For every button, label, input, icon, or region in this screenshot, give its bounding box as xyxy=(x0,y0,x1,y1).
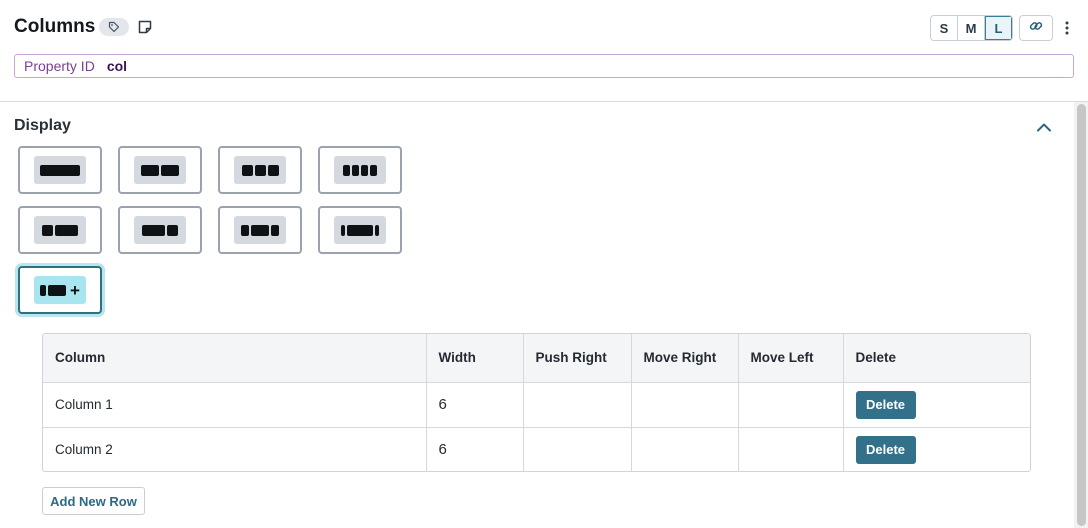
column-segment xyxy=(251,224,269,236)
size-toggle-group: S M L xyxy=(930,15,1013,41)
layout-option-custom[interactable]: + xyxy=(18,266,102,314)
column-segment xyxy=(142,224,165,236)
layout-option-four-equal[interactable] xyxy=(318,146,402,194)
column-segment xyxy=(361,164,368,176)
column-segment xyxy=(241,224,249,236)
columns-table: Column Width Push Right Move Right Move … xyxy=(42,333,1031,472)
note-icon[interactable] xyxy=(136,18,154,36)
column-segment xyxy=(352,164,359,176)
header-move-right: Move Right xyxy=(631,334,739,383)
page-title: Columns xyxy=(14,16,96,37)
size-medium-button[interactable]: M xyxy=(958,16,985,40)
layout-glyph-icon xyxy=(34,156,86,184)
move-left-input[interactable] xyxy=(738,382,844,428)
header-delete: Delete xyxy=(843,334,1030,383)
link-button[interactable] xyxy=(1019,15,1053,41)
width-input[interactable]: 6 xyxy=(426,427,524,471)
column-segment xyxy=(254,164,266,176)
move-right-input[interactable] xyxy=(631,427,739,471)
push-right-input[interactable] xyxy=(523,427,632,471)
layout-option-quarter-half-quarter[interactable] xyxy=(218,206,302,254)
property-id-field[interactable]: Property ID col xyxy=(14,54,1074,78)
layout-option-one-third-two-thirds[interactable] xyxy=(18,206,102,254)
table-header-row: Column Width Push Right Move Right Move … xyxy=(43,334,1030,383)
column-segment xyxy=(161,164,179,176)
push-right-input[interactable] xyxy=(523,382,632,428)
layout-glyph-icon xyxy=(134,156,186,184)
layout-glyph-icon xyxy=(234,216,286,244)
move-left-input[interactable] xyxy=(738,427,844,471)
layout-glyph-icon xyxy=(134,216,186,244)
table-row: Column 2 6 Delete xyxy=(43,427,1030,471)
tag-icon[interactable] xyxy=(99,18,129,36)
delete-cell: Delete xyxy=(843,427,1030,471)
layout-glyph-icon xyxy=(234,156,286,184)
layout-option-two-equal[interactable] xyxy=(118,146,202,194)
layout-option-three-equal[interactable] xyxy=(218,146,302,194)
delete-button[interactable]: Delete xyxy=(855,435,916,464)
column-segment xyxy=(375,224,379,236)
layout-glyph-icon xyxy=(334,216,386,244)
layout-option-two-thirds-one-third[interactable] xyxy=(118,206,202,254)
header-push-right: Push Right xyxy=(523,334,632,383)
add-new-row-button[interactable]: Add New Row xyxy=(42,487,145,515)
column-segment xyxy=(370,164,377,176)
width-input[interactable]: 6 xyxy=(426,382,524,428)
header-move-left: Move Left xyxy=(738,334,844,383)
move-right-input[interactable] xyxy=(631,382,739,428)
layout-glyph-icon xyxy=(334,156,386,184)
column-segment xyxy=(40,284,47,296)
chevron-up-icon[interactable] xyxy=(1034,119,1054,135)
table-row: Column 1 6 Delete xyxy=(43,382,1030,428)
plus-icon: + xyxy=(70,280,80,300)
column-segment xyxy=(347,224,373,236)
delete-cell: Delete xyxy=(843,382,1030,428)
column-segment xyxy=(267,164,279,176)
column-segment xyxy=(40,164,80,176)
header-width: Width xyxy=(426,334,524,383)
size-large-button[interactable]: L xyxy=(985,16,1012,40)
layout-glyph-icon xyxy=(34,216,86,244)
property-id-value: col xyxy=(106,58,128,74)
layout-glyph-icon: + xyxy=(34,276,86,304)
column-segment xyxy=(271,224,279,236)
display-section-title: Display xyxy=(14,117,71,134)
size-small-button[interactable]: S xyxy=(931,16,958,40)
column-segment xyxy=(48,284,67,296)
column-segment xyxy=(343,164,350,176)
more-vertical-icon[interactable] xyxy=(1060,16,1074,40)
delete-button[interactable]: Delete xyxy=(855,390,916,419)
column-segment xyxy=(42,224,53,236)
scrollbar-thumb[interactable] xyxy=(1077,104,1086,526)
header-column: Column xyxy=(43,334,427,383)
link-icon xyxy=(1029,19,1043,38)
property-id-label: Property ID xyxy=(24,58,95,74)
column-segment xyxy=(55,224,78,236)
column-name-cell: Column 2 xyxy=(43,427,427,471)
layout-option-one-column[interactable] xyxy=(18,146,102,194)
column-segment xyxy=(241,164,253,176)
column-name-cell: Column 1 xyxy=(43,382,427,428)
layout-option-narrow-wide-narrow[interactable] xyxy=(318,206,402,254)
column-segment xyxy=(341,224,345,236)
column-segment xyxy=(167,224,178,236)
column-segment xyxy=(141,164,159,176)
panel-header: Columns S M L Property ID col xyxy=(0,0,1088,102)
